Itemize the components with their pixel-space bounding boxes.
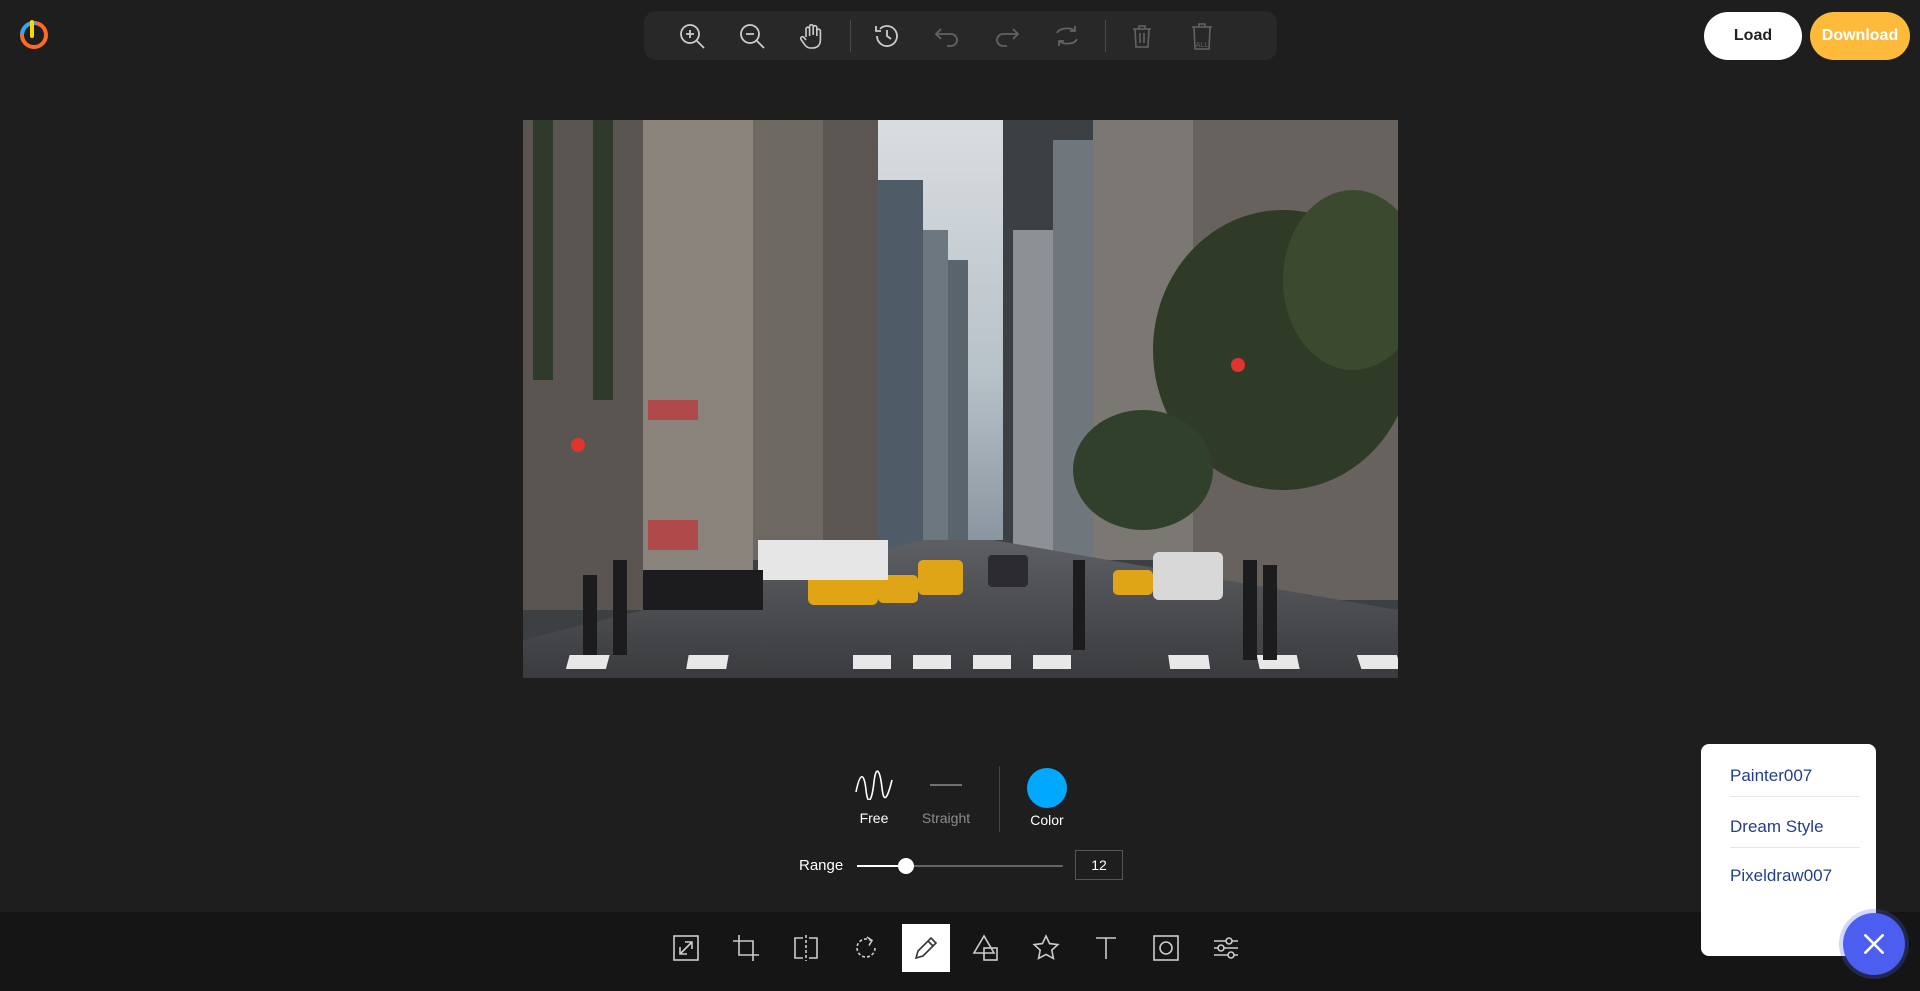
top-toolbar: ALL xyxy=(644,11,1277,60)
zoom-out-icon xyxy=(740,23,765,49)
range-label: Range xyxy=(799,857,844,874)
resize-icon xyxy=(673,935,699,961)
draw-icon xyxy=(914,936,938,960)
download-button[interactable]: Download xyxy=(1810,12,1910,60)
text-tool-button[interactable] xyxy=(1082,924,1130,972)
free-line-icon xyxy=(855,770,893,800)
range-slider[interactable] xyxy=(857,858,1063,874)
filter-tool-button[interactable] xyxy=(1202,924,1250,972)
zoom-in-icon xyxy=(680,23,705,49)
delete-icon xyxy=(1133,24,1151,48)
range-control: Range 12 xyxy=(799,850,1129,880)
icon-tool-button[interactable] xyxy=(1022,924,1070,972)
toolbar-divider xyxy=(850,19,851,52)
hand-icon xyxy=(799,23,822,49)
toolbar-divider xyxy=(1105,19,1106,52)
delete-all-icon: ALL xyxy=(1192,22,1212,50)
filter-icon xyxy=(1214,937,1238,959)
app-logo-icon xyxy=(18,18,50,50)
resize-tool-button[interactable] xyxy=(662,924,710,972)
straight-draw-option[interactable]: Straight xyxy=(916,766,976,826)
star-icon xyxy=(1032,934,1060,960)
delete-all-button[interactable]: ALL xyxy=(1180,16,1224,56)
undo-icon xyxy=(934,27,958,47)
popup-item-pixeldraw007[interactable]: Pixeldraw007 xyxy=(1730,856,1860,896)
rotate-tool-button[interactable] xyxy=(842,924,890,972)
color-swatch[interactable] xyxy=(1027,768,1067,808)
zoom-in-button[interactable] xyxy=(670,16,714,56)
straight-line-icon xyxy=(930,784,962,786)
mask-icon xyxy=(1153,935,1179,961)
straight-label: Straight xyxy=(921,810,971,826)
svg-text:ALL: ALL xyxy=(1196,42,1209,49)
text-icon xyxy=(1096,937,1116,959)
delete-button[interactable] xyxy=(1120,16,1164,56)
history-icon xyxy=(875,24,898,47)
popup-item-painter007[interactable]: Painter007 xyxy=(1730,756,1860,797)
flip-icon xyxy=(794,935,818,961)
free-draw-option[interactable]: Free xyxy=(844,766,904,826)
range-thumb[interactable] xyxy=(898,858,915,874)
load-button[interactable]: Load xyxy=(1704,12,1802,60)
close-icon xyxy=(1864,934,1884,954)
shape-icon xyxy=(972,934,998,961)
hand-button[interactable] xyxy=(790,16,834,56)
options-divider xyxy=(999,766,1000,832)
draw-options-panel: Free Straight Color xyxy=(840,766,1080,856)
range-value-input[interactable]: 12 xyxy=(1075,850,1123,880)
history-button[interactable] xyxy=(865,16,909,56)
undo-button[interactable] xyxy=(925,16,969,56)
popup-item-dream-style[interactable]: Dream Style xyxy=(1730,807,1860,848)
rotate-icon xyxy=(856,936,876,958)
close-menu-button[interactable] xyxy=(1843,913,1905,975)
color-option[interactable]: Color xyxy=(1017,766,1077,828)
shape-tool-button[interactable] xyxy=(962,924,1010,972)
flip-tool-button[interactable] xyxy=(782,924,830,972)
bottom-toolbar xyxy=(0,912,1920,991)
crop-icon xyxy=(733,935,759,961)
zoom-out-button[interactable] xyxy=(730,16,774,56)
free-label: Free xyxy=(859,810,889,826)
canvas-image[interactable] xyxy=(523,120,1398,678)
crop-tool-button[interactable] xyxy=(722,924,770,972)
draw-tool-button[interactable] xyxy=(902,924,950,972)
redo-button[interactable] xyxy=(985,16,1029,56)
mask-tool-button[interactable] xyxy=(1142,924,1190,972)
color-label: Color xyxy=(1030,812,1064,828)
reset-icon xyxy=(1056,25,1078,46)
redo-icon xyxy=(996,27,1020,47)
reset-button[interactable] xyxy=(1045,16,1089,56)
